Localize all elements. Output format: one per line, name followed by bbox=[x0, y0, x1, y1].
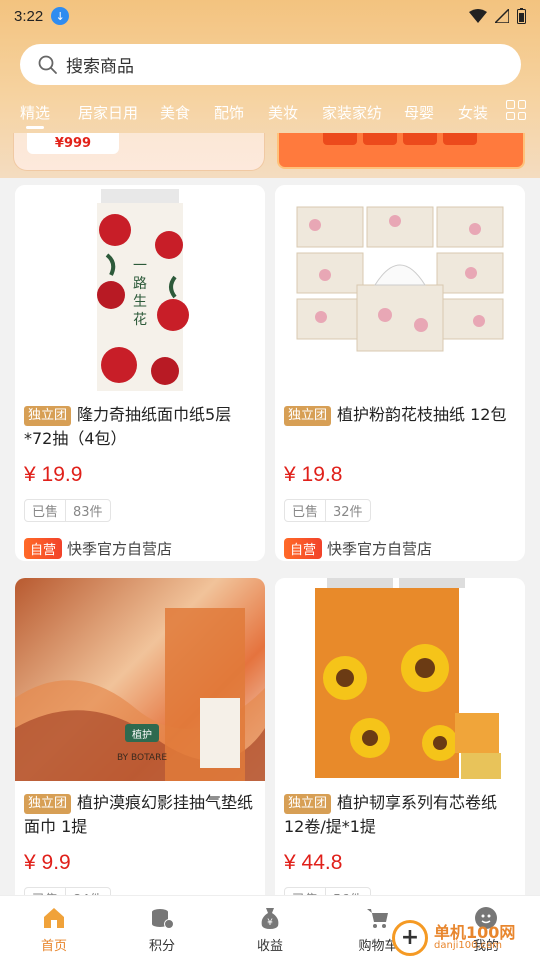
svg-text:¥: ¥ bbox=[267, 918, 273, 928]
product-image[interactable]: 一 路 生 花 bbox=[15, 185, 265, 393]
money-bag-icon: ¥ bbox=[261, 908, 279, 929]
tab-earnings[interactable]: ¥ 收益 bbox=[216, 896, 324, 960]
group-tag: 独立团 bbox=[24, 406, 72, 426]
shop-name: 快季官方自营店 bbox=[67, 540, 173, 558]
cart-icon bbox=[367, 909, 388, 928]
category-tab-featured[interactable]: 精选 bbox=[20, 102, 50, 123]
product-price: ¥ 19.9 bbox=[24, 463, 83, 486]
product-card[interactable]: 植护 BY BOTARE 独立团植护漠痕幻影挂抽气垫纸面巾 1提 ¥ 9.9 已… bbox=[15, 578, 265, 918]
tab-home[interactable]: 首页 bbox=[0, 896, 108, 960]
sold-badge: 已售 32件 bbox=[284, 499, 371, 522]
signal-icon bbox=[495, 9, 509, 23]
group-tag: 独立团 bbox=[284, 794, 332, 814]
status-time: 3:22 bbox=[14, 7, 44, 25]
coins-icon bbox=[152, 909, 174, 929]
profile-icon bbox=[475, 907, 497, 929]
shop-row[interactable]: 自营 快季官方自营店 bbox=[284, 538, 516, 559]
product-card[interactable]: 独立团 植护粉韵花枝抽纸 12包 ¥ 19.8 已售 32件 自营 快季官方自营店 bbox=[275, 185, 525, 561]
svg-text:一: 一 bbox=[133, 258, 147, 274]
category-tab-furnishing[interactable]: 家装家纺 bbox=[322, 102, 382, 123]
category-tab-food[interactable]: 美食 bbox=[160, 102, 190, 123]
category-tabs: 精选 居家日用 美食 配饰 美妆 家装家纺 母婴 女装 bbox=[0, 96, 540, 128]
product-title: 独立团 植护韧享系列有芯卷纸12卷/提*1提 bbox=[284, 793, 498, 836]
svg-text:路: 路 bbox=[133, 276, 147, 292]
category-grid-icon[interactable] bbox=[506, 100, 526, 120]
product-price: ¥ 19.8 bbox=[284, 463, 343, 486]
wifi-icon bbox=[469, 9, 487, 23]
tab-cart[interactable]: 购物车 bbox=[324, 896, 432, 960]
tab-points[interactable]: 积分 bbox=[108, 896, 216, 960]
product-title: 独立团 隆力奇抽纸面巾纸5层*72抽（4包） bbox=[24, 405, 232, 448]
group-tag: 独立团 bbox=[284, 406, 332, 426]
product-image[interactable] bbox=[275, 185, 525, 393]
shop-row[interactable]: 自营 快季官方自营店 bbox=[24, 538, 256, 559]
group-tag: 独立团 bbox=[24, 794, 72, 814]
sold-badge: 已售 83件 bbox=[24, 499, 111, 522]
bottom-tab-bar: 首页 积分 ¥ 收益 购物车 我的 bbox=[0, 895, 540, 960]
category-tab-home[interactable]: 居家日用 bbox=[78, 102, 138, 123]
promo-blocks bbox=[323, 133, 477, 145]
promo-price: ¥999 bbox=[27, 133, 119, 154]
product-card[interactable]: 一 路 生 花 独立团 隆力奇抽纸面巾纸5层*72抽（4包） ¥ 19.9 已售 8… bbox=[15, 185, 265, 561]
product-image[interactable]: 植护 BY BOTARE bbox=[15, 578, 265, 781]
product-price: ¥ 9.9 bbox=[24, 851, 71, 874]
svg-text:生: 生 bbox=[133, 294, 147, 310]
status-bar: 3:22 ↓ bbox=[0, 0, 540, 32]
product-title: 独立团 植护粉韵花枝抽纸 12包 bbox=[284, 403, 516, 427]
product-card[interactable]: 独立团植护韧享系列有芯卷纸12卷/提*1提 ¥ 44.8 已售56件 bbox=[275, 578, 525, 918]
self-operated-badge: 自营 bbox=[24, 538, 63, 559]
tab-profile[interactable]: 我的 bbox=[432, 896, 540, 960]
category-tab-baby[interactable]: 母婴 bbox=[404, 102, 434, 123]
category-tab-women[interactable]: 女装 bbox=[458, 102, 488, 123]
svg-text:花: 花 bbox=[133, 312, 147, 328]
product-image[interactable] bbox=[275, 578, 525, 781]
search-bar[interactable]: 搜索商品 bbox=[20, 44, 521, 85]
download-icon: ↓ bbox=[51, 7, 70, 25]
shop-name: 快季官方自营店 bbox=[327, 540, 433, 558]
search-input[interactable]: 搜索商品 bbox=[66, 52, 134, 77]
product-title: 独立团 植护漠痕幻影挂抽气垫纸面巾 1提 bbox=[24, 793, 254, 836]
svg-text:BY BOTARE: BY BOTARE bbox=[117, 753, 167, 763]
battery-icon bbox=[517, 8, 526, 24]
self-operated-badge: 自营 bbox=[284, 538, 323, 559]
category-tab-beauty[interactable]: 美妆 bbox=[268, 102, 298, 123]
svg-text:植护: 植护 bbox=[132, 728, 152, 741]
search-icon bbox=[38, 55, 57, 74]
category-tab-accessories[interactable]: 配饰 bbox=[214, 102, 244, 123]
home-icon bbox=[44, 908, 64, 928]
product-price: ¥ 44.8 bbox=[284, 851, 343, 874]
